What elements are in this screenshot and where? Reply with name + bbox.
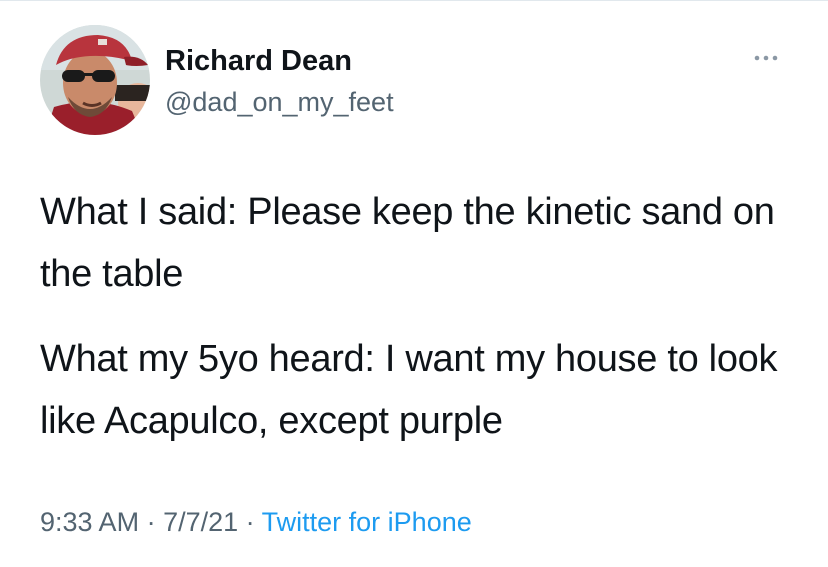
avatar[interactable] [40,25,150,135]
tweet-source-link[interactable]: Twitter for iPhone [262,507,472,537]
more-options-ellipsis-icon [754,55,778,61]
tweet-card: Richard Dean @dad_on_my_feet What I said… [0,0,828,567]
tweet-date[interactable]: 7/7/21 [163,507,238,537]
tweet-text-paragraph-1: What I said: Please keep the kinetic san… [40,191,775,295]
more-options-button[interactable] [752,46,788,70]
meta-separator: · [139,507,164,537]
profile-photo-icon [40,25,150,135]
author-handle[interactable]: @dad_on_my_feet [165,86,394,118]
meta-separator: · [238,507,262,537]
author-name[interactable]: Richard Dean [165,44,352,78]
tweet-meta: 9:33 AM · 7/7/21 · Twitter for iPhone [40,505,472,539]
tweet-time[interactable]: 9:33 AM [40,507,139,537]
tweet-text-paragraph-2: What my 5yo heard: I want my house to lo… [40,338,778,442]
